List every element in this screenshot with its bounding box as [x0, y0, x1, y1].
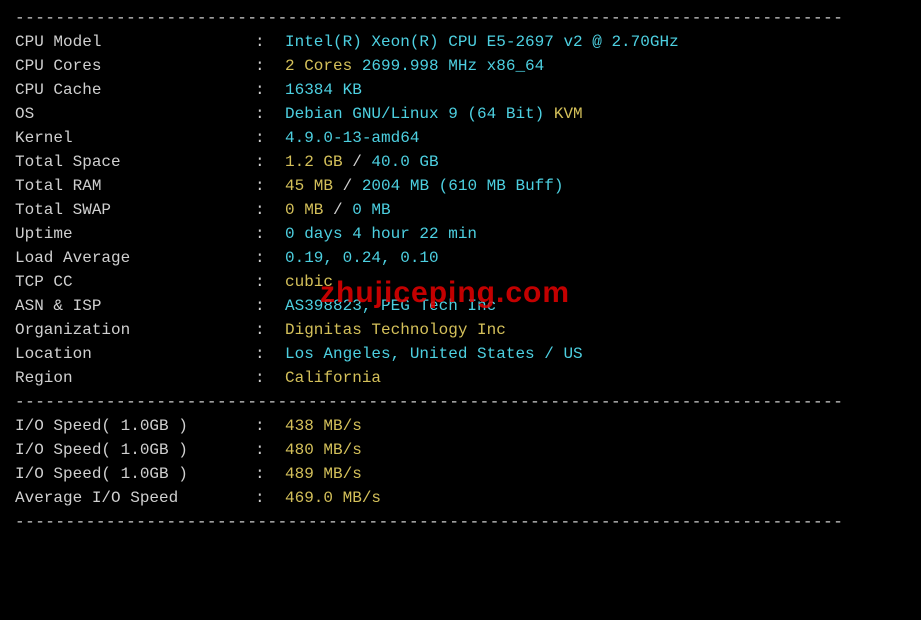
- value-cpu-cache: 16384 KB: [285, 78, 906, 102]
- row-load-avg: Load Average : 0.19, 0.24, 0.10: [15, 246, 906, 270]
- colon: :: [255, 318, 285, 342]
- value-asn-isp: AS398823, PEG Tech Inc: [285, 294, 906, 318]
- row-cpu-model: CPU Model : Intel(R) Xeon(R) CPU E5-2697…: [15, 30, 906, 54]
- row-cpu-cores: CPU Cores : 2 Cores 2699.998 MHz x86_64: [15, 54, 906, 78]
- row-tcp-cc: TCP CC : cubic: [15, 270, 906, 294]
- row-io-3: I/O Speed( 1.0GB ) : 489 MB/s: [15, 462, 906, 486]
- value-os: Debian GNU/Linux 9 (64 Bit) KVM: [285, 102, 906, 126]
- label-uptime: Uptime: [15, 222, 255, 246]
- label-io-1: I/O Speed( 1.0GB ): [15, 414, 255, 438]
- value-io-2: 480 MB/s: [285, 438, 906, 462]
- label-total-swap: Total SWAP: [15, 198, 255, 222]
- row-uptime: Uptime : 0 days 4 hour 22 min: [15, 222, 906, 246]
- colon: :: [255, 54, 285, 78]
- label-io-3: I/O Speed( 1.0GB ): [15, 462, 255, 486]
- colon: :: [255, 222, 285, 246]
- row-kernel: Kernel : 4.9.0-13-amd64: [15, 126, 906, 150]
- value-load-avg: 0.19, 0.24, 0.10: [285, 246, 906, 270]
- value-io-3: 489 MB/s: [285, 462, 906, 486]
- row-total-ram: Total RAM : 45 MB / 2004 MB (610 MB Buff…: [15, 174, 906, 198]
- divider-top: ----------------------------------------…: [15, 6, 906, 30]
- value-total-swap: 0 MB / 0 MB: [285, 198, 906, 222]
- value-organization: Dignitas Technology Inc: [285, 318, 906, 342]
- label-cpu-model: CPU Model: [15, 30, 255, 54]
- row-total-swap: Total SWAP : 0 MB / 0 MB: [15, 198, 906, 222]
- label-io-2: I/O Speed( 1.0GB ): [15, 438, 255, 462]
- value-total-ram: 45 MB / 2004 MB (610 MB Buff): [285, 174, 906, 198]
- label-cpu-cache: CPU Cache: [15, 78, 255, 102]
- value-io-avg: 469.0 MB/s: [285, 486, 906, 510]
- label-region: Region: [15, 366, 255, 390]
- row-cpu-cache: CPU Cache : 16384 KB: [15, 78, 906, 102]
- label-total-space: Total Space: [15, 150, 255, 174]
- label-load-avg: Load Average: [15, 246, 255, 270]
- divider-bottom: ----------------------------------------…: [15, 510, 906, 534]
- row-io-2: I/O Speed( 1.0GB ) : 480 MB/s: [15, 438, 906, 462]
- value-io-1: 438 MB/s: [285, 414, 906, 438]
- colon: :: [255, 30, 285, 54]
- value-location: Los Angeles, United States / US: [285, 342, 906, 366]
- row-total-space: Total Space : 1.2 GB / 40.0 GB: [15, 150, 906, 174]
- value-cpu-cores: 2 Cores 2699.998 MHz x86_64: [285, 54, 906, 78]
- label-organization: Organization: [15, 318, 255, 342]
- colon: :: [255, 198, 285, 222]
- row-io-1: I/O Speed( 1.0GB ) : 438 MB/s: [15, 414, 906, 438]
- label-location: Location: [15, 342, 255, 366]
- divider-middle: ----------------------------------------…: [15, 390, 906, 414]
- value-uptime: 0 days 4 hour 22 min: [285, 222, 906, 246]
- row-region: Region : California: [15, 366, 906, 390]
- terminal-output: ----------------------------------------…: [0, 0, 921, 620]
- value-tcp-cc: cubic: [285, 270, 906, 294]
- colon: :: [255, 78, 285, 102]
- label-cpu-cores: CPU Cores: [15, 54, 255, 78]
- colon: :: [255, 438, 285, 462]
- colon: :: [255, 486, 285, 510]
- label-asn-isp: ASN & ISP: [15, 294, 255, 318]
- value-kernel: 4.9.0-13-amd64: [285, 126, 906, 150]
- row-os: OS : Debian GNU/Linux 9 (64 Bit) KVM: [15, 102, 906, 126]
- colon: :: [255, 246, 285, 270]
- row-io-avg: Average I/O Speed : 469.0 MB/s: [15, 486, 906, 510]
- value-cpu-model: Intel(R) Xeon(R) CPU E5-2697 v2 @ 2.70GH…: [285, 30, 906, 54]
- colon: :: [255, 462, 285, 486]
- colon: :: [255, 150, 285, 174]
- colon: :: [255, 414, 285, 438]
- colon: :: [255, 366, 285, 390]
- label-tcp-cc: TCP CC: [15, 270, 255, 294]
- colon: :: [255, 342, 285, 366]
- label-total-ram: Total RAM: [15, 174, 255, 198]
- label-os: OS: [15, 102, 255, 126]
- row-location: Location : Los Angeles, United States / …: [15, 342, 906, 366]
- value-total-space: 1.2 GB / 40.0 GB: [285, 150, 906, 174]
- colon: :: [255, 126, 285, 150]
- colon: :: [255, 102, 285, 126]
- label-io-avg: Average I/O Speed: [15, 486, 255, 510]
- colon: :: [255, 294, 285, 318]
- value-region: California: [285, 366, 906, 390]
- label-kernel: Kernel: [15, 126, 255, 150]
- row-organization: Organization : Dignitas Technology Inc: [15, 318, 906, 342]
- colon: :: [255, 270, 285, 294]
- row-asn-isp: ASN & ISP : AS398823, PEG Tech Inc: [15, 294, 906, 318]
- colon: :: [255, 174, 285, 198]
